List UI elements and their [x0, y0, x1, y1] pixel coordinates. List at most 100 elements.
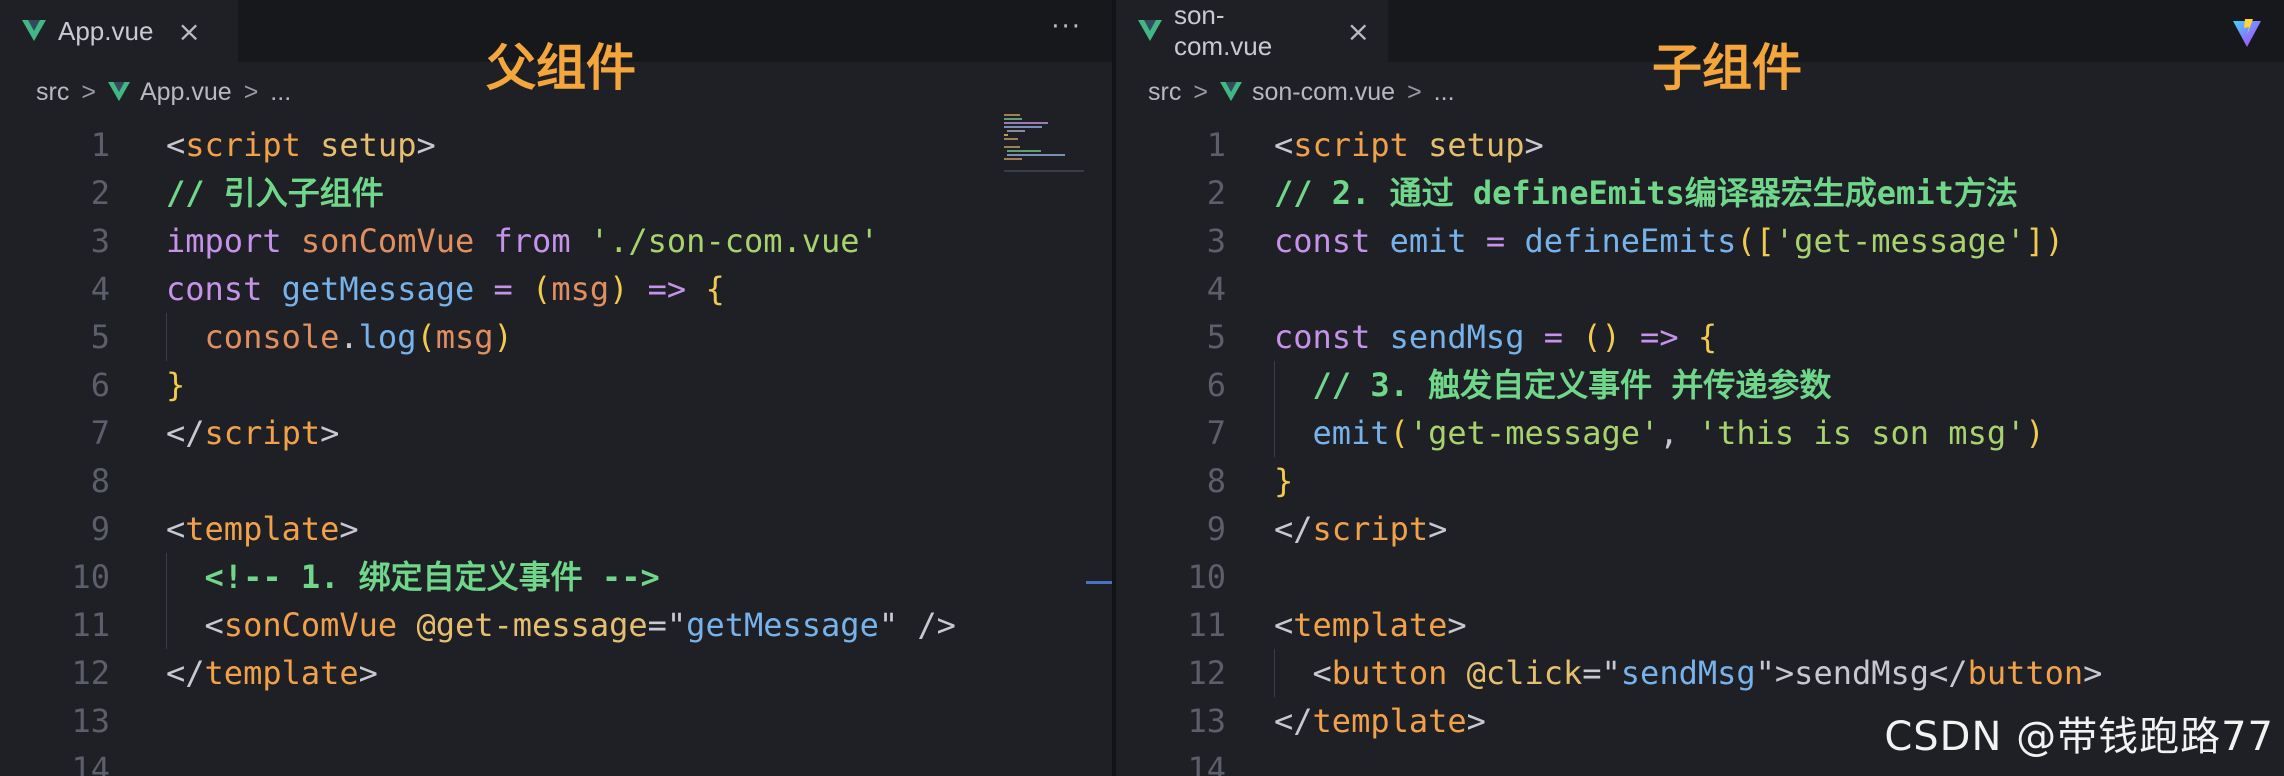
code-text: const sendMsg = () => { — [1274, 313, 1717, 361]
tab-label: App.vue — [58, 15, 154, 46]
code-token: " /> — [878, 606, 956, 644]
breadcrumb-file[interactable]: App.vue — [140, 78, 232, 107]
breadcrumb: src > App.vue > ... — [36, 72, 291, 112]
code-token: > — [416, 126, 436, 164]
code-token: const — [166, 270, 263, 308]
line-number: 13 — [1187, 702, 1226, 740]
code-token: getMessage — [686, 606, 879, 644]
code-token: const — [1274, 318, 1371, 356]
line-number: 9 — [90, 510, 110, 548]
right-editor-pane: son-com.vue × 子组件 src > son-com.vue > ..… — [1116, 0, 2284, 776]
code-token: > — [1447, 606, 1467, 644]
chevron-right-icon: > — [1407, 77, 1422, 106]
breadcrumb-file[interactable]: son-com.vue — [1252, 78, 1395, 107]
vue-logo-icon — [108, 82, 130, 102]
code-token: ]) — [2025, 222, 2064, 260]
code-token: button — [1967, 654, 2084, 692]
code-text: <template> — [1274, 601, 1467, 649]
code-token: ( — [532, 270, 552, 308]
code-token: template — [185, 510, 340, 548]
close-icon[interactable]: × — [1347, 15, 1370, 48]
minimap[interactable] — [1004, 114, 1084, 172]
code-token: ) — [609, 270, 629, 308]
line-number: 13 — [71, 702, 110, 740]
line-number: 6 — [90, 366, 110, 404]
code-token: , — [1659, 414, 1698, 452]
code-token: sendMsg — [1389, 318, 1525, 356]
breadcrumb-folder[interactable]: src — [36, 78, 69, 107]
code-token: script — [1293, 126, 1409, 164]
breadcrumb-ellipsis[interactable]: ... — [1434, 78, 1455, 107]
line-number: 8 — [1206, 462, 1226, 500]
tab-son-com-vue[interactable]: son-com.vue × — [1116, 0, 1388, 62]
code-text: } — [1274, 457, 1293, 505]
line-number: 3 — [1206, 222, 1226, 260]
pane-title: 子组件 — [1652, 39, 1802, 97]
code-token: // 3. 触发自定义事件 并传递参数 — [1312, 366, 1832, 404]
code-token: =" — [647, 606, 687, 644]
code-token: > — [339, 510, 359, 548]
code-text: </script> — [1274, 505, 1447, 553]
code-token: @click — [1466, 654, 1583, 692]
line-number: 14 — [71, 750, 110, 776]
line-number: 4 — [90, 270, 110, 308]
chevron-right-icon: > — [243, 77, 259, 106]
tab-app-vue[interactable]: App.vue × — [0, 0, 238, 62]
code-token: from — [493, 222, 571, 260]
code-token: </ — [166, 654, 205, 692]
code-text: <!-- 1. 绑定自定义事件 --> — [166, 553, 660, 601]
code-token: =" — [1582, 654, 1621, 692]
code-token: </ — [1274, 702, 1313, 740]
breadcrumb-ellipsis[interactable]: ... — [270, 78, 291, 107]
line-number: 9 — [1206, 510, 1226, 548]
code-token: < — [1274, 606, 1294, 644]
code-token: getMessage — [281, 270, 475, 308]
code-token: } — [166, 366, 186, 404]
code-token: console — [204, 318, 340, 356]
code-text: <button @click="sendMsg">sendMsg</button… — [1274, 649, 2103, 697]
vite-logo-icon[interactable] — [2232, 18, 2262, 48]
code-text: // 3. 触发自定义事件 并传递参数 — [1274, 361, 1832, 409]
code-text: } — [166, 361, 185, 409]
close-icon[interactable]: × — [177, 15, 200, 48]
code-token: 'get-message' — [1408, 414, 1660, 452]
code-token: log — [358, 318, 417, 356]
line-number: 1 — [1206, 126, 1226, 164]
code-text: </script> — [166, 409, 339, 457]
code-token: < — [1274, 126, 1294, 164]
chevron-right-icon: > — [81, 77, 96, 106]
breadcrumb-folder[interactable]: src — [1148, 78, 1181, 107]
more-actions-icon[interactable]: ··· — [1051, 12, 1082, 42]
code-token: ">sendMsg</ — [1755, 654, 1968, 692]
code-token: () — [1582, 318, 1621, 356]
tab-label: son-com.vue — [1173, 0, 1273, 61]
code-text: <template> — [166, 505, 359, 553]
code-text: <script setup> — [166, 121, 436, 169]
code-token: msg — [435, 318, 494, 356]
code-token: { — [1697, 318, 1718, 356]
line-number: 12 — [71, 654, 110, 692]
code-token: ) — [493, 318, 513, 356]
code-token: </ — [1274, 510, 1313, 548]
code-token: emit — [1389, 222, 1467, 260]
scrollbar-position-marker[interactable] — [1086, 581, 1112, 584]
code-token: setup — [320, 126, 417, 164]
code-token: // 引入子组件 — [166, 174, 384, 212]
code-text: </template> — [166, 649, 378, 697]
code-token: emit — [1312, 414, 1390, 452]
indent-guide — [166, 313, 167, 361]
code-token: . — [339, 318, 359, 356]
